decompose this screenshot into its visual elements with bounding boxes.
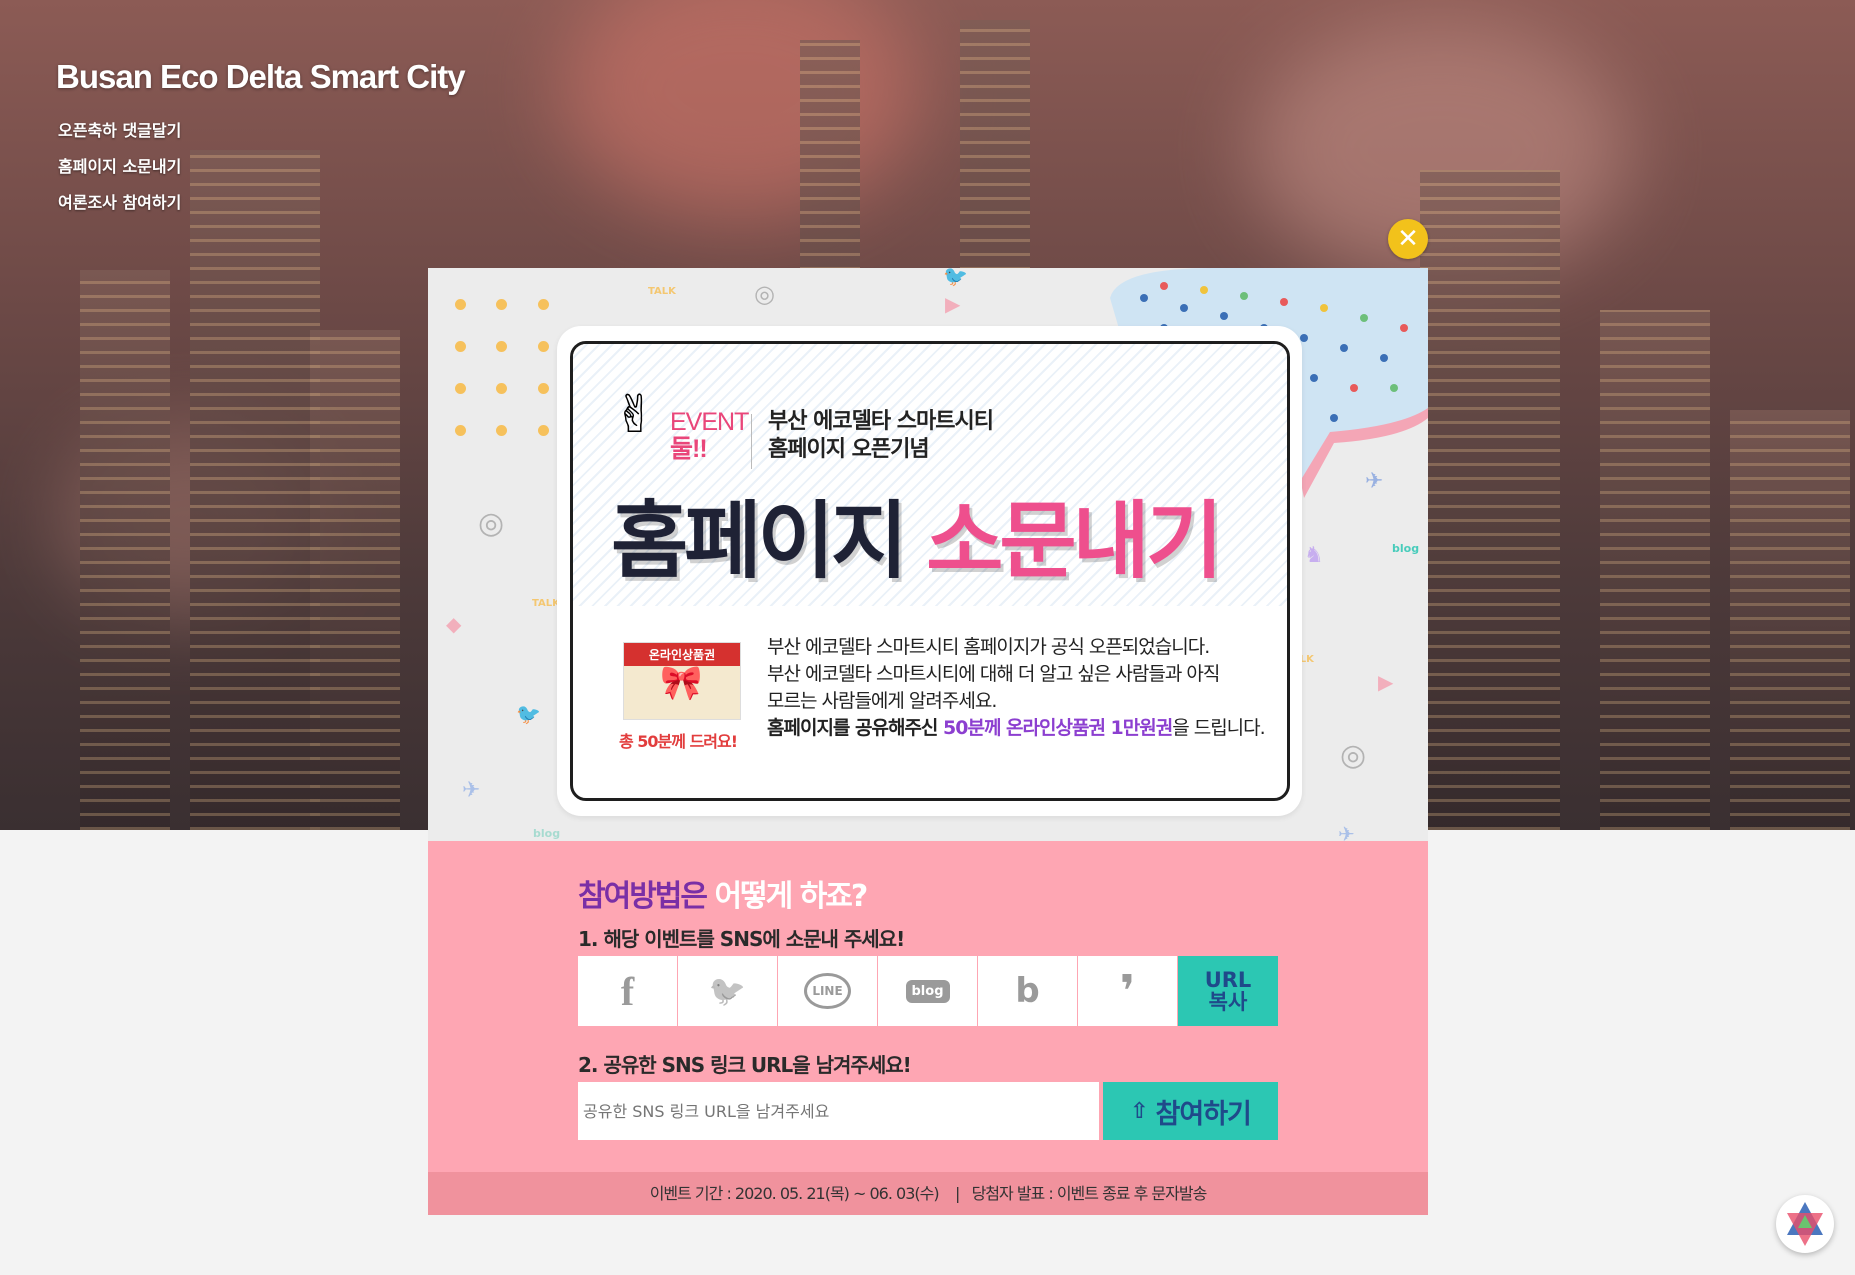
building: [310, 330, 400, 830]
nav-item-comment[interactable]: 오픈축하 댓글달기: [58, 117, 181, 141]
site-title[interactable]: Busan Eco Delta Smart City: [56, 58, 466, 96]
band-icon: ♞: [1304, 543, 1324, 568]
dot: [538, 425, 549, 436]
participate-button[interactable]: ⇧ 참여하기: [1103, 1082, 1278, 1140]
event-popup: TALK ◎ ▶ 🐦 ◎ TALK ◆ 🐦 ✈ blog ✈ ♞ blog TA…: [428, 268, 1428, 1215]
howto-section: 참여방법은 어떻게 하죠? 1. 해당 이벤트를 SNS에 소문내 주세요! f…: [428, 841, 1428, 1215]
pin-icon: ✈: [462, 778, 481, 803]
blog-icon: blog: [533, 827, 561, 840]
dot: [496, 383, 507, 394]
twitter-share-button[interactable]: 🐦: [678, 956, 777, 1026]
facebook-share-button[interactable]: f: [578, 956, 677, 1026]
desc-line-prize: 홈페이지를 공유해주신 50분께 온라인상품권 1만원권을 드립니다.: [767, 715, 1266, 742]
event-card: ✌ EVENT 둘!! 부산 에코델타 스마트시티 홈페이지 오픈기념 홈페이지…: [570, 341, 1290, 801]
subtitle-line: 홈페이지 오픈기념: [768, 437, 930, 462]
city-logo-icon[interactable]: [1776, 1195, 1834, 1253]
talk-icon: TALK: [648, 286, 676, 297]
event-label: EVENT: [670, 408, 749, 436]
prize-text-end: 을 드립니다.: [1172, 717, 1265, 739]
event-banner: TALK ◎ ▶ 🐦 ◎ TALK ◆ 🐦 ✈ blog ✈ ♞ blog TA…: [428, 268, 1428, 841]
sns-url-input[interactable]: [578, 1082, 1099, 1140]
site-nav: 오픈축하 댓글달기 홈페이지 소문내기 여론조사 참여하기: [58, 117, 181, 225]
band-share-button[interactable]: b: [978, 956, 1077, 1026]
event-headline: 홈페이지 소문내기: [611, 474, 1223, 595]
building: [1600, 310, 1710, 830]
event-period-bar: 이벤트 기간 : 2020. 05. 21(목) ~ 06. 03(수) | 당…: [428, 1172, 1428, 1215]
divider: [751, 414, 752, 469]
twitter-icon: 🐦: [516, 702, 541, 726]
prize-highlight: 50분께 온라인상품권 1만원권: [943, 717, 1173, 739]
dot: [538, 383, 549, 394]
building: [80, 270, 170, 830]
dot: [455, 383, 466, 394]
star-logo-icon: [1787, 1202, 1823, 1246]
event-period-text: 이벤트 기간 : 2020. 05. 21(목) ~ 06. 03(수) | 당…: [649, 1184, 1208, 1203]
twitter-icon: 🐦: [943, 268, 968, 288]
dot: [455, 299, 466, 310]
building: [190, 150, 320, 830]
dot: [496, 341, 507, 352]
gift-card-label: 온라인상품권: [648, 648, 716, 662]
headline-pink: 소문내기: [926, 492, 1223, 590]
desc-line: 부산 에코델타 스마트시티 홈페이지가 공식 오픈되었습니다.: [767, 636, 1210, 658]
participate-label: 참여하기: [1155, 1098, 1252, 1130]
dot: [496, 425, 507, 436]
url-copy-button[interactable]: URL 복사: [1178, 956, 1278, 1026]
building: [1420, 170, 1560, 830]
pin-icon: ✈: [1338, 822, 1355, 841]
event-description: 부산 에코델타 스마트시티 홈페이지가 공식 오픈되었습니다. 부산 에코델타 …: [767, 634, 1266, 742]
victory-hand-icon: ✌: [613, 385, 657, 445]
desc-line: 모르는 사람들에게 알려주세요.: [767, 690, 997, 712]
kakaostory-share-button[interactable]: ❜: [1078, 956, 1177, 1026]
youtube-icon: ▶: [1378, 670, 1394, 694]
dot: [455, 341, 466, 352]
camera-icon: ◎: [1340, 738, 1367, 773]
event-number: 둘!!: [670, 435, 708, 463]
gift-card-image: 온라인상품권 🎀: [623, 642, 741, 720]
facebook-icon: f: [620, 968, 635, 1014]
subtitle-line: 부산 에코델타 스마트시티: [768, 409, 994, 434]
line-icon: LINE: [804, 973, 851, 1009]
nav-item-share[interactable]: 홈페이지 소문내기: [58, 153, 181, 177]
talk-icon: TALK: [532, 598, 560, 609]
nav-item-survey[interactable]: 여론조사 참여하기: [58, 189, 181, 213]
sns-share-row: f 🐦 LINE blog b ❜ URL 복사: [578, 956, 1278, 1026]
youtube-icon: ▶: [945, 292, 961, 316]
howto-title: 참여방법은 어떻게 하죠?: [578, 871, 868, 915]
instagram-icon: ◎: [754, 280, 775, 308]
step2-label: 2. 공유한 SNS 링크 URL을 남겨주세요!: [578, 1053, 912, 1077]
howto-title-b: 어떻게 하죠?: [714, 879, 868, 914]
dot: [496, 299, 507, 310]
howto-title-a: 참여방법은: [578, 879, 708, 914]
gift-caption: 총 50분께 드려요!: [619, 732, 738, 751]
hero-glow: [560, 0, 920, 220]
dot: [455, 425, 466, 436]
upload-icon: ⇧: [1130, 1098, 1148, 1124]
kakaostory-icon: ❜: [1119, 965, 1136, 1017]
camera-icon: ◎: [478, 506, 505, 541]
blog-share-button[interactable]: blog: [878, 956, 977, 1026]
twitter-icon: 🐦: [708, 973, 747, 1009]
dot: [538, 299, 549, 310]
step1-label: 1. 해당 이벤트를 SNS에 소문내 주세요!: [578, 927, 905, 951]
prize-text: 홈페이지를 공유해주신: [767, 717, 944, 739]
blog-icon: blog: [905, 979, 950, 1003]
youtube-icon: ◆: [446, 612, 462, 636]
band-icon: b: [1015, 971, 1040, 1011]
headline-dark: 홈페이지: [611, 492, 908, 590]
ribbon-icon: 🎀: [660, 663, 703, 703]
event-subtitle: 부산 에코델타 스마트시티 홈페이지 오픈기념: [768, 408, 994, 464]
close-icon[interactable]: ✕: [1388, 219, 1428, 259]
building: [1730, 410, 1850, 830]
dot: [538, 341, 549, 352]
blog-icon: blog: [1392, 542, 1420, 555]
event-badge: EVENT 둘!!: [670, 408, 749, 463]
line-share-button[interactable]: LINE: [778, 956, 877, 1026]
desc-line: 부산 에코델타 스마트시티에 대해 더 알고 싶은 사람들과 아직: [767, 663, 1220, 685]
